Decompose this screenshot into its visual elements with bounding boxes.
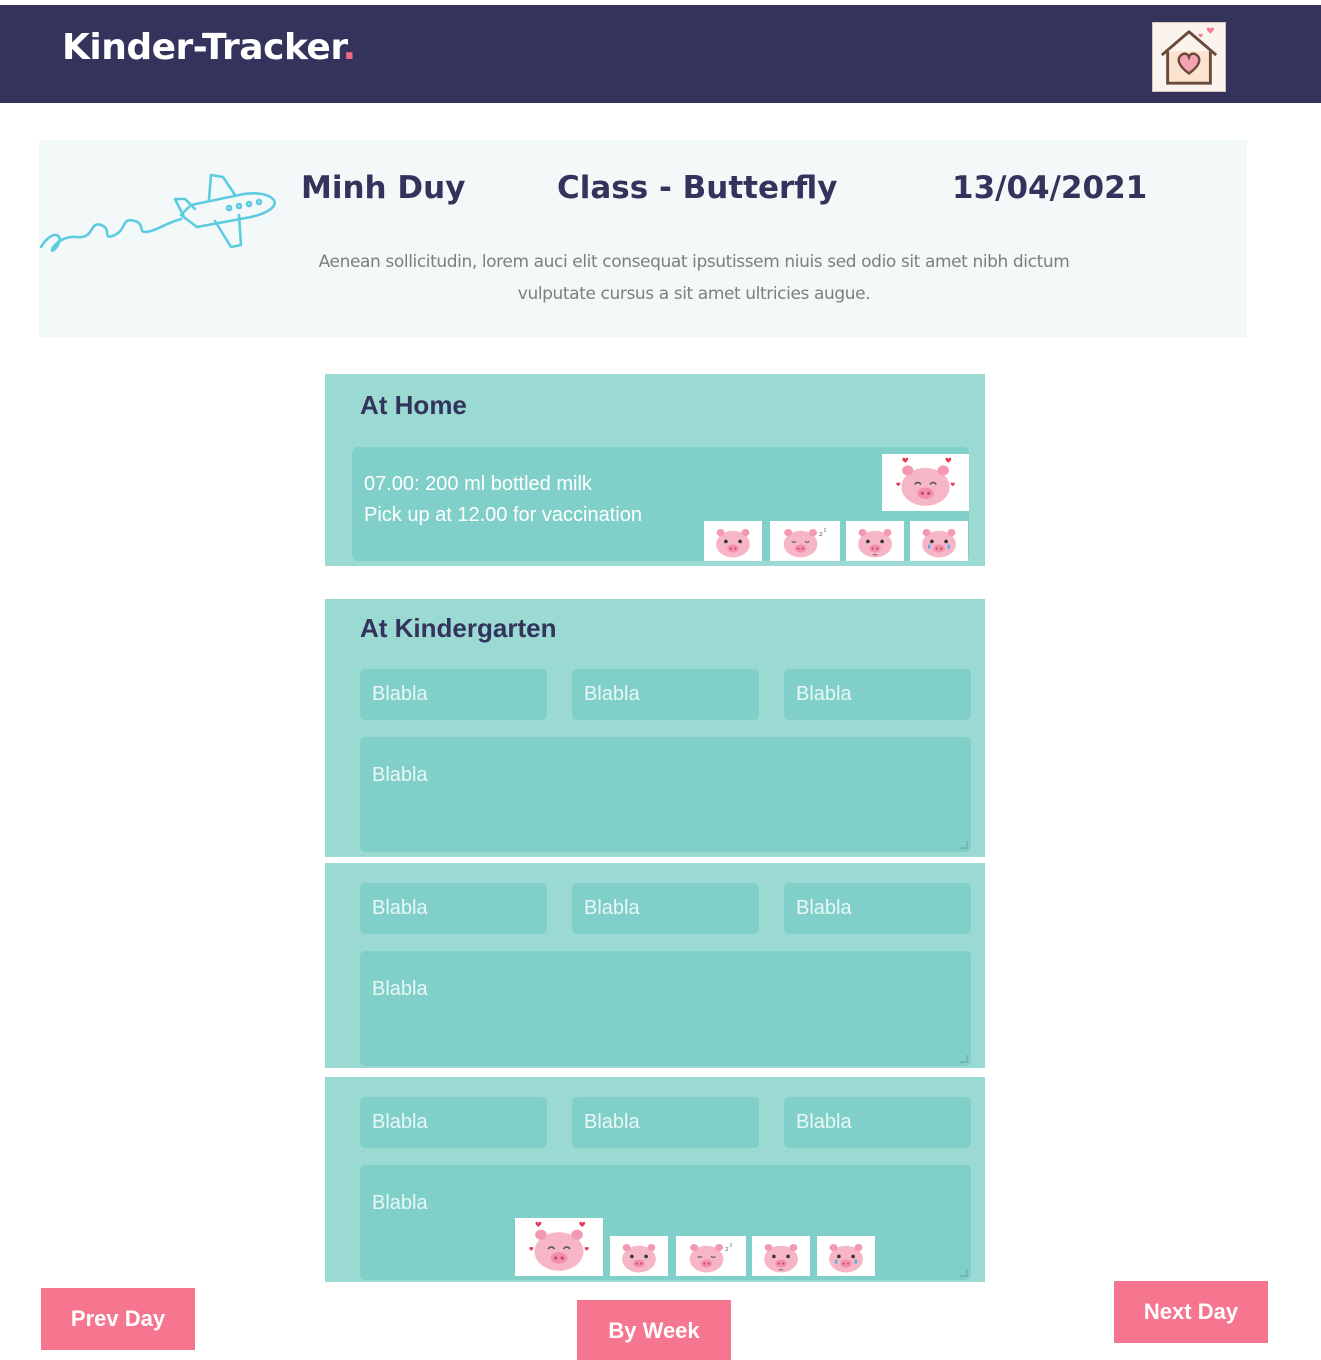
child-info-banner: Minh Duy Class - Butterfly 13/04/2021 Ae… bbox=[39, 140, 1247, 337]
entry-2-notes-textarea[interactable]: Blabla bbox=[360, 951, 971, 1066]
entry-1-field-1[interactable]: Blabla bbox=[360, 669, 547, 720]
app-logo[interactable]: Kinder-Tracker. bbox=[62, 27, 356, 68]
kindergarten-entry-2: Blabla Blabla Blabla Blabla bbox=[325, 863, 985, 1068]
current-date: 13/04/2021 bbox=[952, 170, 1148, 206]
pig-happy-icon[interactable] bbox=[704, 521, 762, 561]
svg-text:z: z bbox=[819, 531, 822, 538]
entry-3-field-2[interactable]: Blabla bbox=[572, 1097, 759, 1148]
at-home-notes: 07.00: 200 ml bottled milk Pick up at 12… bbox=[364, 469, 642, 531]
kindergarten-entry-3: Blabla Blabla Blabla Blabla zz bbox=[325, 1077, 985, 1282]
house-heart-icon bbox=[1160, 27, 1218, 85]
pig-sleepy-icon[interactable]: zz bbox=[770, 521, 840, 561]
class-label: Class - Butterfly bbox=[557, 170, 838, 206]
app-name: Kinder-Tracker bbox=[62, 27, 343, 68]
at-kindergarten-card: At Kindergarten Blabla Blabla Blabla Bla… bbox=[325, 599, 985, 857]
entry-2-field-3[interactable]: Blabla bbox=[784, 883, 971, 934]
resize-handle-icon[interactable] bbox=[960, 841, 968, 849]
pig-love-icon[interactable] bbox=[515, 1218, 603, 1276]
prev-day-button[interactable]: Prev Day bbox=[41, 1288, 195, 1350]
entry-3-notes: Blabla bbox=[372, 1192, 428, 1214]
pig-crying-icon[interactable] bbox=[817, 1236, 875, 1276]
pig-neutral-icon[interactable] bbox=[846, 521, 904, 561]
child-name: Minh Duy bbox=[301, 170, 466, 206]
note-line-2: Pick up at 12.00 for vaccination bbox=[364, 504, 642, 526]
airplane-illustration bbox=[39, 173, 276, 252]
at-home-title: At Home bbox=[360, 390, 467, 420]
entry-1-field-2[interactable]: Blabla bbox=[572, 669, 759, 720]
child-description: Aenean sollicitudin, lorem auci elit con… bbox=[318, 252, 1070, 304]
entry-3-field-3[interactable]: Blabla bbox=[784, 1097, 971, 1148]
entry-1-notes: Blabla bbox=[372, 764, 428, 786]
pig-neutral-icon[interactable] bbox=[752, 1236, 810, 1276]
next-day-button[interactable]: Next Day bbox=[1114, 1281, 1268, 1343]
entry-2-notes: Blabla bbox=[372, 978, 428, 1000]
pig-crying-icon[interactable] bbox=[910, 521, 968, 561]
svg-text:z: z bbox=[730, 1243, 733, 1249]
resize-handle-icon[interactable] bbox=[960, 1055, 968, 1063]
pig-sleepy-icon[interactable]: zz bbox=[676, 1236, 746, 1276]
entry-3-field-1[interactable]: Blabla bbox=[360, 1097, 547, 1148]
pig-happy-icon[interactable] bbox=[610, 1236, 668, 1276]
svg-text:z: z bbox=[725, 1246, 728, 1253]
note-line-1: 07.00: 200 ml bottled milk bbox=[364, 473, 592, 495]
svg-text:z: z bbox=[824, 528, 827, 534]
entry-2-field-1[interactable]: Blabla bbox=[360, 883, 547, 934]
pig-love-icon[interactable] bbox=[882, 454, 969, 511]
entry-2-field-2[interactable]: Blabla bbox=[572, 883, 759, 934]
entry-1-field-3[interactable]: Blabla bbox=[784, 669, 971, 720]
by-week-button[interactable]: By Week bbox=[577, 1300, 731, 1360]
at-kindergarten-title: At Kindergarten bbox=[360, 613, 557, 643]
resize-handle-icon[interactable] bbox=[960, 1269, 968, 1277]
entry-1-notes-textarea[interactable]: Blabla bbox=[360, 737, 971, 852]
home-button[interactable] bbox=[1152, 22, 1226, 92]
at-home-card: At Home 07.00: 200 ml bottled milk Pick … bbox=[325, 374, 985, 566]
top-navigation-bar: Kinder-Tracker. bbox=[0, 5, 1321, 103]
logo-dot: . bbox=[342, 27, 356, 68]
